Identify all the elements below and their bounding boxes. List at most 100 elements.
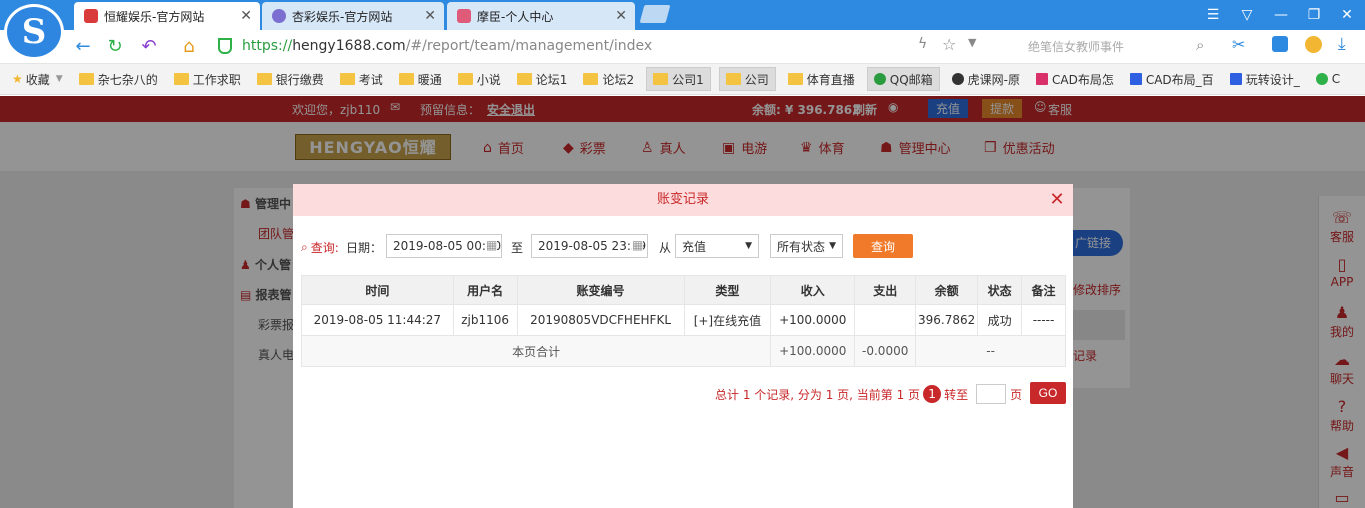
bookmark-folder[interactable]: 论坛1 — [513, 68, 572, 91]
query-text: 查询: — [310, 240, 339, 255]
tab-hengyao[interactable]: 恒耀娱乐-官方网站 ✕ — [74, 2, 260, 30]
bookmark-label: 工作求职 — [192, 72, 241, 87]
column-header: 状态 — [977, 275, 1023, 305]
bookmark-label: 论坛1 — [535, 72, 568, 87]
from-label: 从 — [659, 240, 672, 255]
ext-chat-icon[interactable] — [1305, 36, 1322, 53]
search-input[interactable]: 绝笔信女教师事件 — [1000, 34, 1215, 58]
summary-income: +100.0000 — [770, 335, 856, 367]
close-icon[interactable]: ✕ — [615, 8, 627, 24]
query-label: ⌕ 查询: — [301, 235, 339, 259]
bookmark-folder[interactable]: 体育直播 — [784, 68, 859, 91]
bookmark-folder[interactable]: 考试 — [336, 68, 387, 91]
bookmark-label: 公司1 — [672, 72, 704, 87]
bookmark-label: 暖通 — [417, 72, 442, 87]
close-icon[interactable]: ✕ — [1048, 191, 1066, 209]
page-number-button[interactable]: 1 — [923, 385, 942, 403]
cell-status: 成功 — [977, 304, 1023, 336]
column-header: 账变编号 — [516, 275, 685, 305]
baidu-paw-icon — [1229, 73, 1242, 85]
bookmark-label: 小说 — [476, 72, 501, 87]
bookmark-link[interactable]: C — [1312, 69, 1344, 89]
bookmark-label: 体育直播 — [806, 72, 855, 87]
cell-user: zjb1106 — [452, 304, 518, 336]
bookmark-link[interactable]: QQ邮箱 — [866, 67, 940, 91]
calendar-icon[interactable]: ▦ — [632, 238, 644, 252]
search-icon[interactable]: ⌕ — [1196, 36, 1204, 54]
calendar-icon[interactable]: ▦ — [486, 238, 498, 252]
cell-time: 2019-08-05 11:44:27 — [301, 304, 454, 336]
date-from-value: 2019-08-05 00:00 — [393, 239, 502, 253]
ext-q-icon[interactable] — [1272, 36, 1288, 52]
page-unit-label: 页 — [1010, 387, 1023, 402]
close-icon[interactable]: ✕ — [240, 8, 252, 24]
cell-remark: ----- — [1021, 304, 1066, 336]
chevron-down-icon[interactable]: ▼ — [968, 36, 976, 49]
bookmark-favorites[interactable]: ★ 收藏 ▼ — [8, 68, 67, 91]
tab-xingcai[interactable]: 杏彩娱乐-官方网站 ✕ — [262, 2, 444, 30]
query-button[interactable]: 查询 — [853, 234, 913, 258]
folder-icon — [583, 73, 599, 85]
cell-balance: 396.7862 — [915, 304, 979, 336]
table-row: 2019-08-05 11:44:27 zjb1106 20190805VDCF… — [301, 304, 1066, 336]
type-select[interactable]: 充值 ▼ — [675, 234, 759, 258]
page-input[interactable] — [976, 384, 1007, 404]
menu-icon[interactable]: ☰ — [1203, 5, 1223, 25]
pagination: 总计 1 个记录, 分为 1 页, 当前第 1 页 1 转至 页 — [715, 382, 1022, 406]
bookmark-folder[interactable]: 公司1 — [646, 67, 711, 91]
summary-row: 本页合计 +100.0000 -0.0000 -- — [300, 335, 1066, 367]
tab-mochen[interactable]: 摩臣-个人中心 ✕ — [447, 2, 635, 30]
folder-icon — [78, 73, 94, 85]
back-icon[interactable]: ← — [72, 36, 94, 58]
scissors-icon[interactable]: ✂ — [1232, 35, 1245, 54]
account-change-table: 时间 用户名 账变编号 类型 收入 支出 余额 状态 备注 2019-08-05… — [300, 275, 1066, 367]
browser-logo-icon[interactable]: S — [4, 4, 64, 60]
bookmark-label: CAD布局怎 — [1052, 72, 1114, 87]
bookmark-folder[interactable]: 论坛2 — [579, 68, 638, 91]
summary-balance: -- — [915, 335, 1066, 367]
date-label: 日期： — [346, 240, 383, 255]
bookmark-link[interactable]: 虎课网-原 — [948, 68, 1024, 91]
shirt-skin-icon[interactable]: ▽ — [1237, 5, 1257, 25]
new-tab-button[interactable] — [639, 5, 671, 23]
bookmark-link[interactable]: CAD布局_百 — [1126, 68, 1218, 91]
download-icon[interactable]: ⤓ — [1338, 34, 1346, 54]
folder-icon — [339, 73, 355, 85]
qq-mail-icon — [873, 73, 886, 85]
bookmark-link[interactable]: CAD布局怎 — [1032, 68, 1118, 91]
column-header: 时间 — [301, 275, 454, 305]
tab-title: 恒耀娱乐-官方网站 — [104, 9, 205, 24]
column-header: 备注 — [1021, 275, 1066, 305]
folder-icon — [653, 73, 669, 85]
bookmark-folder[interactable]: 公司 — [718, 67, 776, 91]
close-window-icon[interactable]: ✕ — [1337, 5, 1357, 25]
date-to-input[interactable]: 2019-08-05 23:59 — [531, 234, 648, 258]
restore-icon[interactable]: ❐ — [1304, 5, 1324, 25]
cell-id: 20190805VDCFHEHFKL — [516, 304, 685, 336]
close-icon[interactable]: ✕ — [424, 8, 436, 24]
date-from-input[interactable]: 2019-08-05 00:00 — [386, 234, 502, 258]
bookmark-folder[interactable]: 杂七杂八的 — [75, 68, 162, 91]
undo-icon[interactable]: ↶ — [138, 36, 160, 58]
bookmark-folder[interactable]: 工作求职 — [170, 68, 245, 91]
minimize-icon[interactable]: — — [1271, 5, 1291, 25]
tiger-icon — [951, 73, 964, 85]
star-icon[interactable]: ☆ — [942, 35, 956, 54]
to-label: 至 — [511, 240, 524, 255]
star-icon: ★ — [12, 72, 23, 86]
lightning-icon[interactable]: ϟ — [918, 36, 927, 52]
bookmark-folder[interactable]: 小说 — [454, 68, 505, 91]
go-button[interactable]: GO — [1030, 382, 1066, 404]
pager-summary: 总计 1 个记录, 分为 1 页, 当前第 1 页 — [715, 387, 921, 402]
bookmark-label: 玩转设计_ — [1245, 72, 1300, 87]
bookmarks-bar: ★ 收藏 ▼ 杂七杂八的 工作求职 银行缴费 考试 暖通 小说 论坛1 论坛2 公司… — [0, 64, 1365, 95]
refresh-icon[interactable]: ↻ — [104, 36, 126, 58]
status-select[interactable]: 所有状态 ▼ — [770, 234, 843, 258]
url-field[interactable]: https:// hengy1688.com /#/report/team/ma… — [212, 34, 990, 58]
bookmark-label: 考试 — [358, 72, 383, 87]
play-icon — [1315, 73, 1328, 85]
bookmark-folder[interactable]: 暖通 — [395, 68, 446, 91]
home-icon[interactable]: ⌂ — [178, 36, 200, 58]
bookmark-folder[interactable]: 银行缴费 — [253, 68, 328, 91]
bookmark-link[interactable]: 玩转设计_ — [1226, 68, 1304, 91]
